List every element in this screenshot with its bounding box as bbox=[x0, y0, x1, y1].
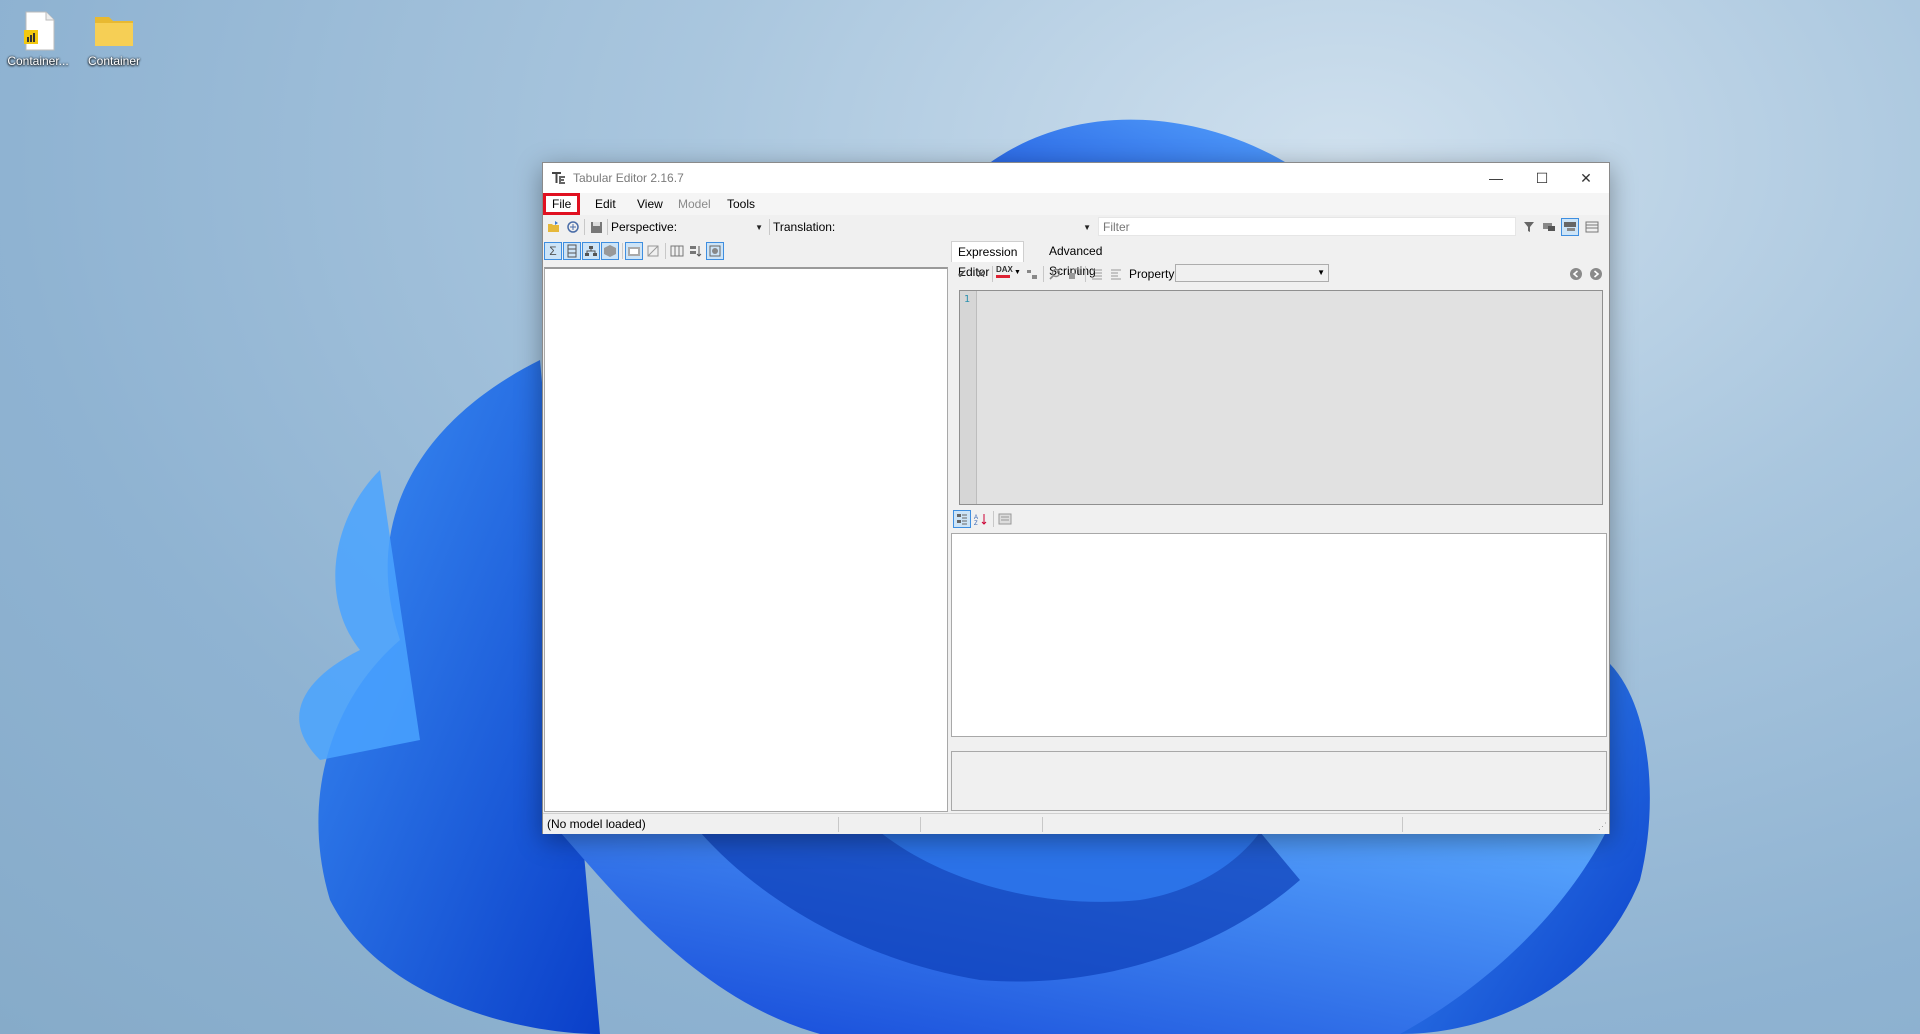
find-icon[interactable] bbox=[1046, 265, 1064, 283]
pbix-file-icon bbox=[16, 8, 60, 52]
perspective-dropdown[interactable]: ▼ bbox=[673, 217, 765, 236]
cancel-x-icon[interactable]: ✕ bbox=[972, 265, 990, 283]
toolbar-separator bbox=[584, 219, 585, 235]
hidden-objects-icon[interactable] bbox=[644, 242, 662, 260]
hierarchy-icon[interactable] bbox=[582, 242, 600, 260]
toolbar-separator bbox=[1043, 266, 1044, 282]
window-title: Tabular Editor 2.16.7 bbox=[573, 171, 684, 185]
menu-view[interactable]: View bbox=[630, 195, 670, 213]
title-bar[interactable]: Tabular Editor 2.16.7 — ☐ ✕ bbox=[543, 163, 1609, 193]
svg-text:Z: Z bbox=[974, 521, 978, 526]
maximize-button[interactable]: ☐ bbox=[1519, 163, 1565, 193]
perspective-filter-icon[interactable] bbox=[706, 242, 724, 260]
toolbar-separator bbox=[607, 219, 608, 235]
toolbar-separator bbox=[622, 243, 623, 259]
close-button[interactable]: ✕ bbox=[1563, 163, 1609, 193]
desktop-icon-label: Container bbox=[87, 54, 141, 68]
expression-toolbar: ✔ ✕ DAX ▼ Property: ▼ bbox=[951, 263, 1607, 285]
open-file-icon[interactable] bbox=[545, 218, 563, 236]
explorer-toolbar: Σ bbox=[543, 239, 943, 263]
tabular-editor-icon bbox=[551, 170, 567, 186]
menu-bar: File Edit View Model Tools bbox=[542, 193, 1609, 215]
open-database-icon[interactable] bbox=[564, 218, 582, 236]
toolbar-separator bbox=[1085, 266, 1086, 282]
view-mode-icon[interactable] bbox=[1540, 218, 1558, 236]
forward-arrow-icon[interactable] bbox=[1587, 265, 1605, 283]
resize-grip-icon[interactable]: ⋰ bbox=[1598, 821, 1607, 832]
toolbar-separator bbox=[992, 266, 993, 282]
line-number: 1 bbox=[964, 294, 971, 305]
dax-formatter-button[interactable]: DAX ▼ bbox=[995, 265, 1023, 283]
sort-icon[interactable] bbox=[687, 242, 705, 260]
menu-edit[interactable]: Edit bbox=[588, 195, 623, 213]
status-cell-3 bbox=[921, 817, 1043, 832]
list-view-icon[interactable] bbox=[1583, 218, 1601, 236]
menu-file[interactable]: File bbox=[542, 193, 581, 215]
property-grid[interactable] bbox=[951, 533, 1607, 737]
columns-icon[interactable] bbox=[668, 242, 686, 260]
accept-check-icon[interactable]: ✔ bbox=[953, 265, 971, 283]
status-cell-2 bbox=[839, 817, 921, 832]
dax-formatter-underline bbox=[996, 275, 1010, 278]
tab-expression-editor[interactable]: Expression Editor bbox=[951, 241, 1025, 279]
categorized-icon[interactable] bbox=[953, 510, 971, 528]
menu-model[interactable]: Model bbox=[671, 195, 718, 213]
property-dropdown[interactable]: ▼ bbox=[1175, 264, 1329, 282]
property-pages-icon[interactable] bbox=[996, 510, 1014, 528]
main-toolbar: Perspective: ▼ Translation: ▼ Filter bbox=[543, 215, 1609, 239]
filter-icon[interactable] bbox=[1520, 218, 1538, 236]
tabular-editor-window: Tabular Editor 2.16.7 — ☐ ✕ File Edit Vi… bbox=[542, 162, 1610, 834]
display-folder-icon[interactable] bbox=[625, 242, 643, 260]
property-grid-toolbar: AZ bbox=[951, 507, 1607, 531]
translation-label: Translation: bbox=[773, 220, 836, 234]
view-mode-selected-icon[interactable] bbox=[1561, 218, 1579, 236]
folder-icon bbox=[92, 8, 136, 52]
indent-icon[interactable] bbox=[1107, 265, 1125, 283]
save-icon[interactable] bbox=[587, 218, 605, 236]
model-explorer-tree[interactable] bbox=[544, 267, 948, 812]
translation-dropdown[interactable]: ▼ bbox=[843, 217, 1093, 236]
menu-tools[interactable]: Tools bbox=[720, 195, 762, 213]
chevron-down-icon: ▼ bbox=[755, 223, 763, 232]
replace-icon[interactable] bbox=[1065, 265, 1083, 283]
desktop-icon-container-folder[interactable]: Container bbox=[76, 0, 152, 68]
dependencies-icon[interactable] bbox=[1023, 265, 1041, 283]
tab-advanced-scripting[interactable]: Advanced Scripting bbox=[1043, 241, 1108, 278]
perspective-label: Perspective: bbox=[611, 220, 678, 234]
desktop-icon-container-file[interactable]: Container... bbox=[0, 0, 76, 68]
chevron-down-icon: ▼ bbox=[1014, 269, 1021, 276]
alphabetical-sort-icon[interactable]: AZ bbox=[972, 510, 990, 528]
expression-editor[interactable]: 1 bbox=[959, 290, 1603, 505]
status-bar: (No model loaded) ⋰ bbox=[543, 813, 1609, 834]
minimize-button[interactable]: — bbox=[1473, 163, 1519, 193]
toolbar-separator bbox=[993, 511, 994, 527]
status-model-state: (No model loaded) bbox=[543, 817, 839, 832]
line-number-gutter: 1 bbox=[960, 291, 977, 504]
chevron-down-icon: ▼ bbox=[1083, 223, 1091, 232]
table-cube-icon[interactable] bbox=[601, 242, 619, 260]
dax-formatter-icon: DAX bbox=[996, 265, 1013, 274]
filter-input[interactable]: Filter bbox=[1098, 217, 1516, 236]
toolbar-separator bbox=[665, 243, 666, 259]
sigma-icon[interactable]: Σ bbox=[544, 242, 562, 260]
property-label: Property: bbox=[1129, 267, 1178, 281]
status-cell-4 bbox=[1043, 817, 1403, 832]
property-description-panel bbox=[951, 751, 1607, 811]
outdent-icon[interactable] bbox=[1088, 265, 1106, 283]
chevron-down-icon: ▼ bbox=[1317, 268, 1325, 277]
back-arrow-icon[interactable] bbox=[1567, 265, 1585, 283]
column-icon[interactable] bbox=[563, 242, 581, 260]
toolbar-separator bbox=[769, 219, 770, 235]
desktop-icon-label: Container... bbox=[7, 54, 69, 68]
